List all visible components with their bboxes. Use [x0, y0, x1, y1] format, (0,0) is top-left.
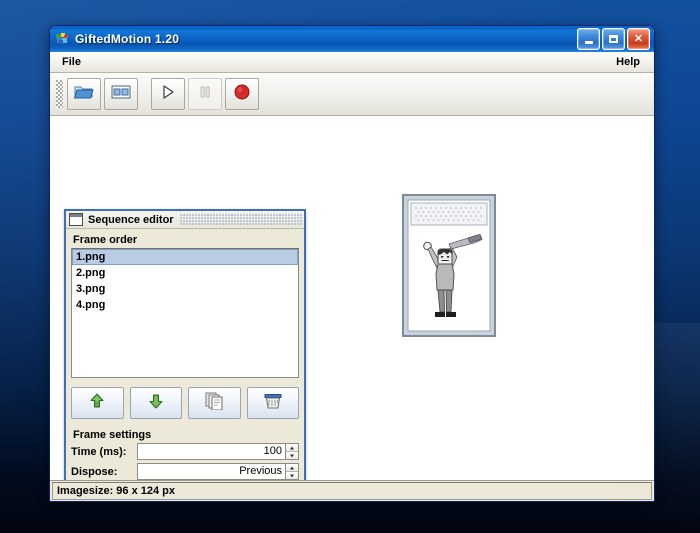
- window-title: GiftedMotion 1.20: [75, 32, 577, 46]
- menu-bar: File Help: [50, 52, 654, 73]
- close-button[interactable]: ✕: [627, 28, 650, 50]
- status-bar: Imagesize: 96 x 124 px: [50, 481, 654, 501]
- frame-settings-label: Frame settings: [73, 429, 299, 441]
- time-ms-stepper[interactable]: [286, 443, 299, 460]
- dispose-input[interactable]: Previous: [137, 463, 286, 480]
- list-item[interactable]: 3.png: [72, 281, 298, 297]
- sequence-editor-title: Sequence editor: [88, 214, 174, 226]
- giftedmotion-logo-icon: [54, 31, 70, 47]
- play-icon: [160, 84, 176, 105]
- delete-button[interactable]: [247, 387, 300, 419]
- desktop-background: GiftedMotion 1.20 ✕ File Help: [0, 0, 700, 533]
- stepper-down-icon[interactable]: [286, 472, 298, 479]
- move-down-button[interactable]: [130, 387, 183, 419]
- minimize-button[interactable]: [577, 28, 600, 50]
- pause-icon: [198, 85, 212, 104]
- menu-item-help[interactable]: Help: [612, 55, 644, 69]
- frame-order-label: Frame order: [73, 234, 299, 246]
- time-ms-label: Time (ms):: [71, 446, 137, 458]
- list-item[interactable]: 4.png: [72, 297, 298, 313]
- stepper-up-icon[interactable]: [286, 444, 298, 452]
- record-button[interactable]: [225, 78, 259, 110]
- window-titlebar[interactable]: GiftedMotion 1.20 ✕: [50, 26, 654, 52]
- sequence-editor-titlebar[interactable]: Sequence editor: [66, 211, 304, 229]
- frame-preview-image: [402, 194, 496, 337]
- open-folder-icon: [74, 83, 94, 105]
- window-controls: ✕: [577, 28, 652, 50]
- list-item[interactable]: 2.png: [72, 265, 298, 281]
- stepper-up-icon[interactable]: [286, 464, 298, 472]
- sequence-editor-body: Frame order 1.png 2.png 3.png 4.png: [66, 229, 304, 481]
- stepper-down-icon[interactable]: [286, 452, 298, 459]
- list-item[interactable]: 1.png: [72, 249, 298, 265]
- panel-drag-handle[interactable]: [180, 214, 302, 225]
- arrow-down-icon: [147, 392, 165, 415]
- dispose-label: Dispose:: [71, 466, 137, 478]
- toolbar: [50, 73, 654, 116]
- play-button[interactable]: [151, 78, 185, 110]
- frame-action-buttons: [71, 387, 299, 419]
- move-up-button[interactable]: [71, 387, 124, 419]
- main-content-area: Sequence editor Frame order 1.png 2.png …: [50, 116, 654, 481]
- frame-settings-section: Frame settings Time (ms): 100: [71, 428, 299, 481]
- close-icon: ✕: [628, 29, 649, 49]
- open-folder-button[interactable]: [67, 78, 101, 110]
- maximize-button[interactable]: [602, 28, 625, 50]
- duplicate-button[interactable]: [188, 387, 241, 419]
- menu-item-file[interactable]: File: [58, 55, 85, 69]
- frame-order-list[interactable]: 1.png 2.png 3.png 4.png: [71, 248, 299, 378]
- record-circle-icon: [233, 83, 251, 106]
- sequence-editor-panel: Sequence editor Frame order 1.png 2.png …: [64, 209, 306, 481]
- add-images-button[interactable]: [104, 78, 138, 110]
- copy-pages-icon: [204, 391, 224, 415]
- time-ms-input[interactable]: 100: [137, 443, 286, 460]
- toolbar-drag-grip[interactable]: [56, 80, 63, 108]
- trash-bin-icon: [263, 392, 283, 415]
- pause-button[interactable]: [188, 78, 222, 110]
- arrow-up-icon: [88, 392, 106, 415]
- setting-row-dispose: Dispose: Previous: [71, 463, 299, 480]
- setting-row-time-ms: Time (ms): 100: [71, 443, 299, 460]
- status-text: Imagesize: 96 x 124 px: [52, 482, 652, 500]
- add-images-icon: [111, 84, 131, 105]
- window-icon: [69, 213, 83, 226]
- application-window: GiftedMotion 1.20 ✕ File Help: [49, 25, 655, 502]
- dispose-stepper[interactable]: [286, 463, 299, 480]
